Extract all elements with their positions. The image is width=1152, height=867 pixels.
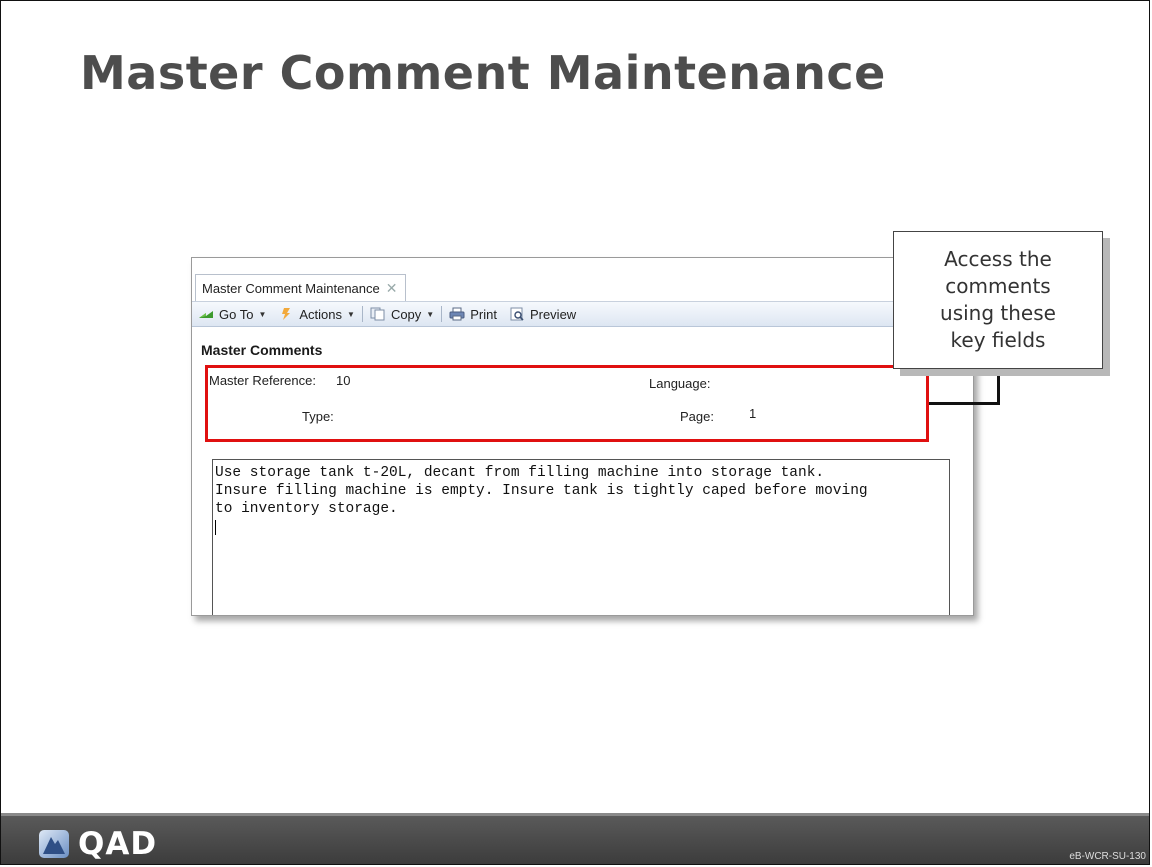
comment-line: to inventory storage. — [215, 501, 398, 517]
callout-note: Access the comments using these key fiel… — [893, 231, 1103, 369]
slide-title: Master Comment Maintenance — [80, 46, 886, 100]
toolbar: Go To ▼ Actions ▼ Copy ▼ Print Preview — [192, 302, 973, 327]
qad-logo-icon — [39, 830, 69, 858]
brand-name: QAD — [78, 826, 158, 862]
copy-button[interactable]: Copy ▼ — [364, 307, 440, 322]
footer-band — [1, 816, 1149, 864]
callout-line: comments — [945, 274, 1051, 298]
goto-button[interactable]: Go To ▼ — [192, 307, 272, 322]
chevron-down-icon: ▼ — [258, 309, 267, 319]
qad-brand: QAD — [38, 826, 157, 862]
callout-connector — [929, 402, 1000, 405]
comment-line: Use storage tank t-20L, decant from fill… — [215, 465, 825, 481]
preview-label: Preview — [529, 306, 577, 322]
goto-label: Go To — [219, 306, 254, 322]
comment-line: Insure filling machine is empty. Insure … — [215, 483, 868, 499]
tab-master-comment-maintenance[interactable]: Master Comment Maintenance ✕ — [195, 274, 407, 301]
toolbar-divider — [361, 306, 363, 322]
preview-button[interactable]: Preview — [503, 307, 582, 322]
actions-button[interactable]: Actions ▼ — [272, 307, 361, 322]
slide-code: eB-WCR-SU-130 — [1069, 851, 1146, 862]
toolbar-divider — [441, 306, 443, 322]
chevron-down-icon: ▼ — [347, 309, 355, 319]
chevron-down-icon: ▼ — [426, 309, 435, 319]
actions-flag-icon — [282, 308, 291, 320]
copy-label: Copy — [390, 306, 422, 322]
print-label: Print — [470, 306, 497, 322]
callout-connector — [997, 369, 1000, 405]
comment-text-area[interactable]: Use storage tank t-20L, decant from fill… — [212, 459, 950, 615]
preview-icon — [510, 307, 524, 321]
tab-label: Master Comment Maintenance — [202, 280, 380, 296]
callout-line: using these — [940, 301, 1056, 325]
key-fields-highlight — [205, 365, 929, 442]
close-icon[interactable]: ✕ — [386, 280, 398, 297]
callout-line: Access the — [944, 247, 1052, 271]
goto-arrow-icon — [199, 311, 213, 318]
callout-line: key fields — [950, 328, 1046, 352]
print-icon — [449, 307, 465, 321]
actions-label: Actions — [299, 306, 343, 322]
text-cursor — [215, 520, 216, 535]
copy-icon — [370, 307, 385, 321]
section-title: Master Comments — [201, 342, 323, 358]
tab-strip: Master Comment Maintenance ✕ — [192, 258, 973, 302]
print-button[interactable]: Print — [443, 307, 503, 322]
